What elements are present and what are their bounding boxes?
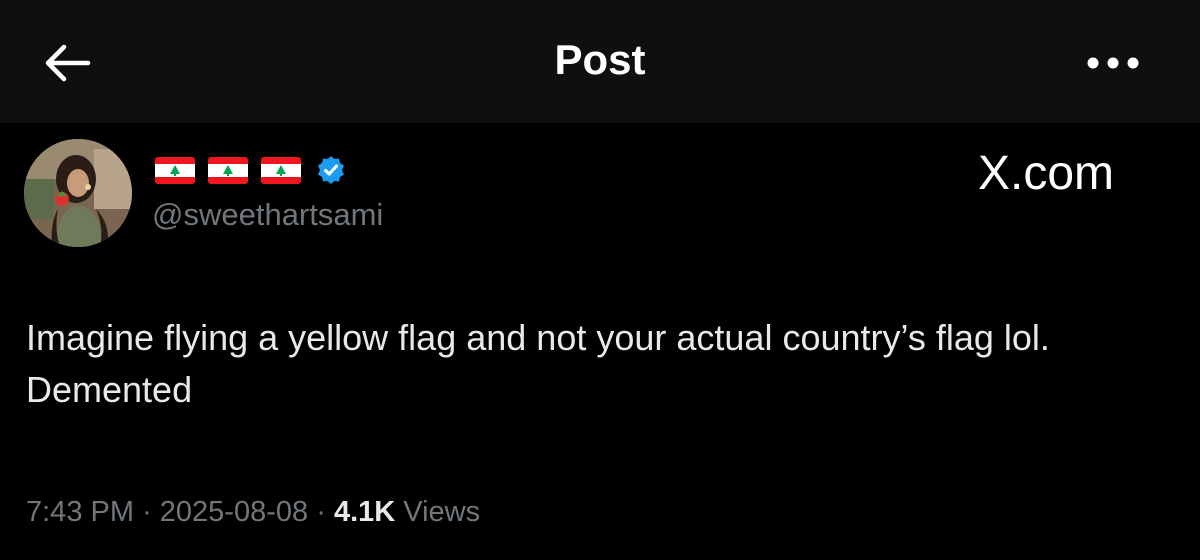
page-title: Post <box>554 36 646 83</box>
display-name[interactable] <box>155 155 346 185</box>
more-horizontal-icon <box>1087 57 1139 69</box>
author-handle[interactable]: @sweethartsami <box>152 197 383 233</box>
profile-photo <box>24 139 132 247</box>
post-date[interactable]: 2025-08-08 <box>160 496 308 528</box>
verified-badge-icon[interactable] <box>316 155 346 185</box>
more-options-button[interactable] <box>1078 48 1148 78</box>
source-badge-text: X.com <box>978 147 1115 200</box>
post-meta: 7:43 PM · 2025-08-08 · 4.1K Views <box>26 496 480 529</box>
views-label: Views <box>403 496 481 528</box>
post-time[interactable]: 7:43 PM <box>26 496 134 528</box>
lebanon-flag-icon <box>155 156 195 184</box>
lebanon-flag-icon <box>261 156 301 184</box>
meta-separator: · <box>142 496 152 528</box>
top-bar: Post <box>0 0 1200 123</box>
meta-separator: · <box>316 496 326 528</box>
arrow-left-icon <box>45 44 91 82</box>
avatar[interactable] <box>24 139 132 247</box>
post-text: Imagine flying a yellow flag and not you… <box>26 317 1050 410</box>
back-button[interactable] <box>36 38 96 88</box>
lebanon-flag-icon <box>208 156 248 184</box>
views-count[interactable]: 4.1K <box>334 496 395 528</box>
x-com-watermark: X.com <box>978 146 1114 201</box>
